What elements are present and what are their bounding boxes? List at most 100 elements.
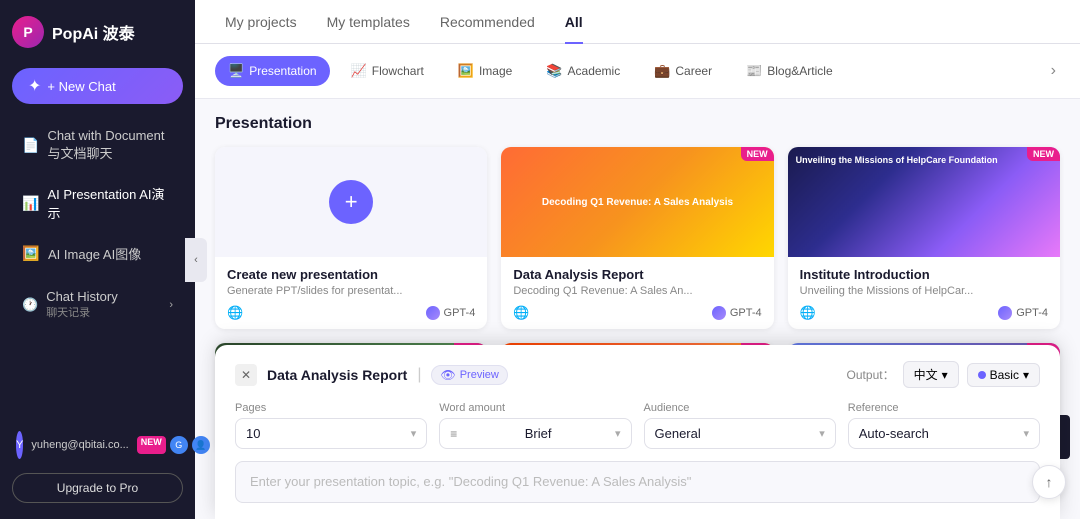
reference-select[interactable]: Auto-search ▾ [848, 418, 1040, 449]
audience-field: Audience General ▾ [644, 402, 836, 449]
sidebar: P PopAi 波泰 ✦ + New Chat 📄 Chat with Docu… [0, 0, 195, 519]
reference-label: Reference [848, 402, 1040, 414]
thumb-text-data-analysis: Decoding Q1 Revenue: A Sales Analysis [536, 190, 739, 215]
card-thumb-create: + [215, 147, 487, 257]
card-title-institute: Institute Introduction [800, 267, 1048, 282]
audience-value: General [655, 426, 701, 441]
main-content: My projects My templates Recommended All… [195, 0, 1080, 519]
tab-recommended[interactable]: Recommended [440, 14, 535, 44]
word-amount-value: Brief [525, 426, 552, 441]
gpt-label-2: GPT-4 [730, 307, 762, 319]
card-desc-create: Generate PPT/slides for presentat... [227, 285, 475, 297]
quality-select[interactable]: Basic ▾ [967, 363, 1040, 387]
scroll-up-button[interactable]: ↑ [1032, 465, 1066, 499]
audience-label: Audience [644, 402, 836, 414]
blog-tab-icon: 📰 [746, 63, 762, 79]
reference-field: Reference Auto-search ▾ [848, 402, 1040, 449]
word-amount-arrow-icon: ▾ [615, 427, 621, 440]
modal-header: ✕ Data Analysis Report | 👁 Preview Outpu… [235, 361, 1040, 388]
pages-label: Pages [235, 402, 427, 414]
presentation-tab-icon: 🖥️ [228, 63, 244, 79]
pages-select[interactable]: 10 ▾ [235, 418, 427, 449]
reference-arrow-icon: ▾ [1023, 427, 1029, 440]
output-label: Output： [847, 366, 895, 383]
audience-select[interactable]: General ▾ [644, 418, 836, 449]
career-tab-icon: 💼 [654, 63, 670, 79]
thumb-data-analysis-bg: Decoding Q1 Revenue: A Sales Analysis [501, 147, 773, 257]
flowchart-tab-icon: 📈 [351, 63, 367, 79]
top-navigation: My projects My templates Recommended All [195, 0, 1080, 44]
topic-input[interactable]: Enter your presentation topic, e.g. "Dec… [235, 461, 1040, 503]
filter-tab-image[interactable]: 🖼️ Image [445, 56, 526, 86]
globe-icon-2: 🌐 [513, 305, 529, 321]
filter-tab-academic[interactable]: 📚 Academic [533, 56, 633, 86]
upgrade-button[interactable]: Upgrade to Pro [12, 473, 183, 503]
user-name: yuheng@qbitai.co... [31, 439, 128, 451]
sidebar-bottom: Y yuheng@qbitai.co... NEW G 👤 Upgrade to… [12, 425, 183, 503]
google-icon: G [170, 436, 188, 454]
eye-icon: 👁 [440, 368, 455, 382]
filter-tab-presentation[interactable]: 🖥️ Presentation [215, 56, 330, 86]
filter-tab-academic-label: Academic [568, 64, 621, 78]
modal-panel: ✕ Data Analysis Report | 👁 Preview Outpu… [215, 345, 1060, 519]
new-ribbon-institute: NEW [1027, 147, 1060, 161]
filter-tab-flowchart[interactable]: 📈 Flowchart [338, 56, 437, 86]
word-amount-select[interactable]: ≡ Brief ▾ [439, 418, 631, 449]
reference-value: Auto-search [859, 426, 929, 441]
sidebar-item-presentation[interactable]: 📊 AI Presentation AI演示 [12, 176, 183, 230]
quality-value: Basic [990, 368, 1019, 382]
preview-button[interactable]: 👁 Preview [431, 365, 507, 385]
content-area: Presentation + Create new presentation G… [195, 99, 1080, 519]
filter-tab-presentation-label: Presentation [249, 64, 316, 78]
image-tab-icon: 🖼️ [458, 63, 474, 79]
filter-more-button[interactable]: › [1047, 58, 1060, 84]
filter-tab-image-label: Image [479, 64, 512, 78]
filter-tab-career[interactable]: 💼 Career [641, 56, 725, 86]
sidebar-item-history[interactable]: 🕐 Chat History 聊天记录 › [12, 281, 183, 328]
gpt-label: GPT-4 [444, 307, 476, 319]
user-info: Y yuheng@qbitai.co... NEW G 👤 [12, 425, 183, 465]
card-create-new[interactable]: + Create new presentation Generate PPT/s… [215, 147, 487, 329]
tab-all[interactable]: All [565, 14, 583, 44]
sidebar-item-document-label: Chat with Document 与文档聊天 [47, 128, 173, 162]
card-desc-data-analysis: Decoding Q1 Revenue: A Sales An... [513, 285, 761, 297]
academic-tab-icon: 📚 [546, 63, 562, 79]
new-ribbon-data-analysis: NEW [741, 147, 774, 161]
quality-chevron-icon: ▾ [1023, 368, 1029, 382]
new-chat-label: + New Chat [47, 79, 115, 94]
sidebar-collapse-button[interactable]: ‹ [185, 238, 207, 282]
create-plus-icon: + [329, 180, 373, 224]
card-body-create: Create new presentation Generate PPT/sli… [215, 257, 487, 329]
filter-tab-flowchart-label: Flowchart [372, 64, 424, 78]
filter-tab-blog[interactable]: 📰 Blog&Article [733, 56, 846, 86]
filter-tab-blog-label: Blog&Article [767, 64, 832, 78]
section-title: Presentation [215, 115, 1060, 133]
card-body-data-analysis: Data Analysis Report Decoding Q1 Revenue… [501, 257, 773, 329]
tab-my-projects[interactable]: My projects [225, 14, 297, 44]
word-amount-label: Word amount [439, 402, 631, 414]
output-language-value: 中文 [914, 366, 938, 383]
card-institute[interactable]: Unveiling the Missions of HelpCare Found… [788, 147, 1060, 329]
history-label: Chat History [46, 289, 118, 304]
modal-divider: | [417, 366, 421, 384]
logo-icon: P [12, 16, 44, 48]
card-title-data-analysis: Data Analysis Report [513, 267, 761, 282]
sidebar-item-document[interactable]: 📄 Chat with Document 与文档聊天 [12, 120, 183, 170]
new-chat-button[interactable]: ✦ + New Chat [12, 68, 183, 104]
modal-output: Output： 中文 ▾ Basic ▾ [847, 361, 1040, 388]
history-icon: 🕐 [22, 297, 38, 313]
preview-label: Preview [460, 369, 499, 381]
card-data-analysis[interactable]: Decoding Q1 Revenue: A Sales Analysis NE… [501, 147, 773, 329]
output-language-select[interactable]: 中文 ▾ [903, 361, 959, 388]
sidebar-item-presentation-label: AI Presentation AI演示 [47, 184, 173, 222]
sidebar-item-image-label: AI Image AI图像 [48, 244, 141, 263]
logo-text: PopAi 波泰 [52, 20, 135, 44]
sidebar-item-image[interactable]: 🖼️ AI Image AI图像 [12, 236, 183, 271]
pages-value: 10 [246, 426, 260, 441]
tab-my-templates[interactable]: My templates [327, 14, 410, 44]
card-title-create: Create new presentation [227, 267, 475, 282]
modal-close-button[interactable]: ✕ [235, 364, 257, 386]
brief-icon: ≡ [450, 427, 457, 441]
gpt-dot [426, 306, 440, 320]
card-thumb-institute: Unveiling the Missions of HelpCare Found… [788, 147, 1060, 257]
